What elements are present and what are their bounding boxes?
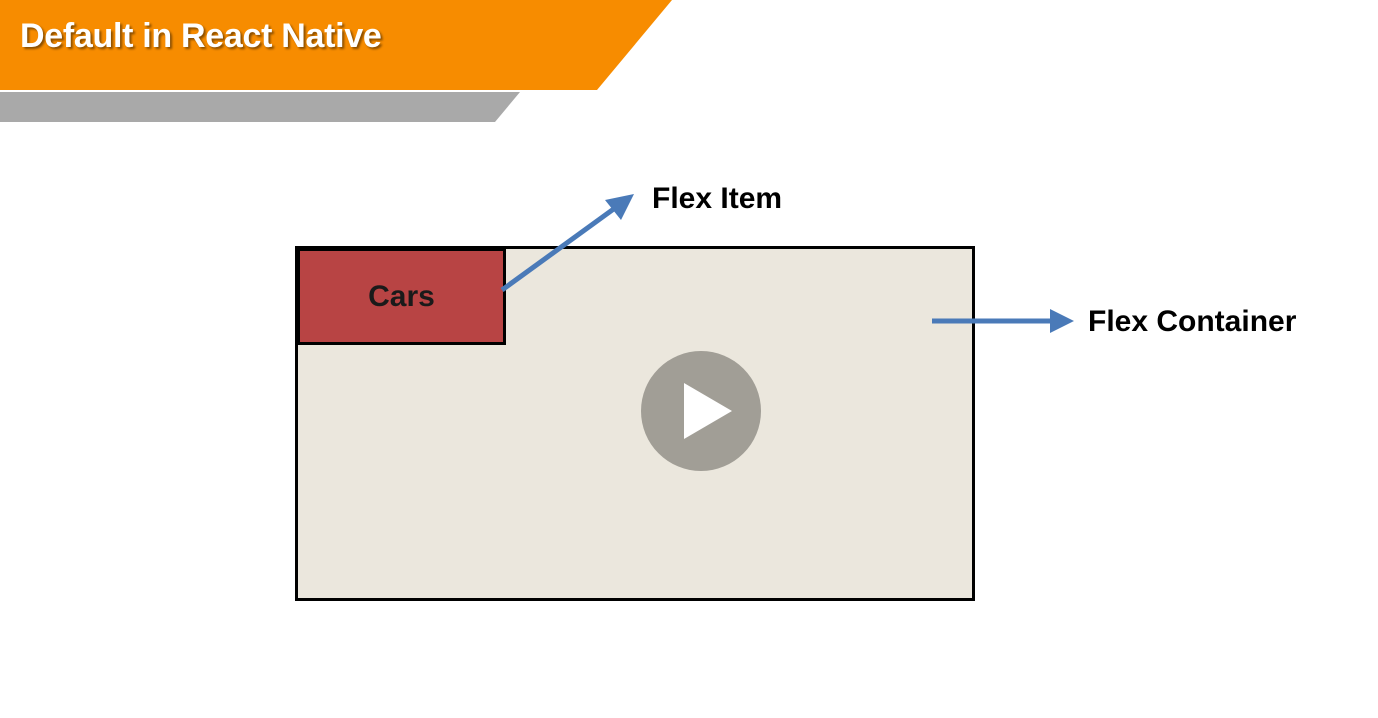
flex-container-arrow-head: [1050, 309, 1074, 333]
flex-item-box: Cars: [297, 248, 506, 345]
play-icon: [684, 383, 732, 439]
flex-item-text: Cars: [368, 279, 435, 313]
flex-item-label: Flex Item: [652, 182, 783, 215]
play-button[interactable]: [641, 351, 761, 471]
slide-title: Default in React Native: [20, 17, 382, 55]
flex-item-arrow-head: [605, 194, 634, 220]
flex-container-label: Flex Container: [1088, 305, 1297, 338]
slide-canvas: Default in React Native Cars Flex Item F…: [0, 0, 1378, 718]
banner-shadow: [0, 92, 520, 122]
